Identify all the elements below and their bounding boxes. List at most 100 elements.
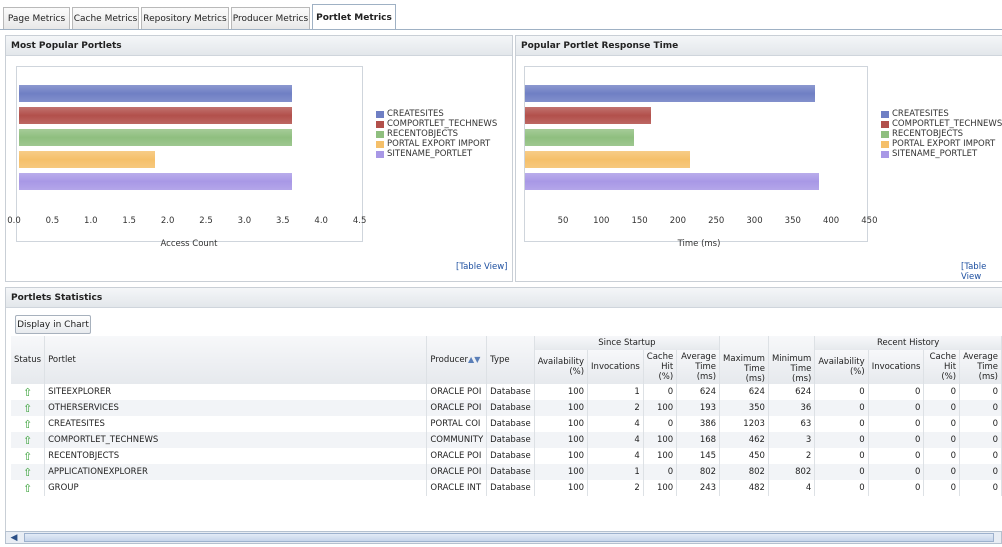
col-invocations[interactable]: Invocations <box>587 350 644 384</box>
x-axis-tick-label: 300 <box>746 216 763 226</box>
type-cell: Database <box>486 400 535 416</box>
col-rh-invocations[interactable]: Invocations <box>868 350 925 384</box>
x-axis-tick-label: 50 <box>557 216 569 226</box>
table-view-link[interactable]: [Table View <box>961 262 1002 282</box>
minimum-cell: 63 <box>768 416 816 432</box>
legend-swatch <box>881 130 889 138</box>
tab-cache-metrics[interactable]: Cache Metrics <box>72 7 139 29</box>
table-view-link[interactable]: [Table View] <box>456 262 508 272</box>
legend-swatch <box>881 120 889 128</box>
col-availability[interactable]: Availability (%) <box>534 350 589 384</box>
type-cell: Database <box>486 464 535 480</box>
cache-hit-cell: 100 <box>643 432 678 448</box>
minimum-cell: 624 <box>768 384 816 400</box>
x-axis-title: Access Count <box>160 239 218 249</box>
horizontal-scrollbar[interactable]: ◀ <box>5 531 1002 544</box>
invocations-cell: 4 <box>587 416 644 432</box>
col-rh-average[interactable]: Average Time (ms) <box>959 350 1002 384</box>
x-axis-tick-label: 150 <box>631 216 648 226</box>
rh-invocations-cell: 0 <box>868 464 925 480</box>
rh-invocations-cell: 0 <box>868 480 925 496</box>
average-cell: 193 <box>676 400 721 416</box>
average-cell: 802 <box>676 464 721 480</box>
tab-page-metrics[interactable]: Page Metrics <box>3 7 70 29</box>
status-up-arrow-icon: ⇧ <box>11 416 46 432</box>
tab-producer-metrics[interactable]: Producer Metrics <box>231 7 310 29</box>
invocations-cell: 1 <box>587 384 644 400</box>
x-axis-tick-label: 4.5 <box>352 216 367 226</box>
col-type[interactable]: Type <box>486 336 535 384</box>
col-status[interactable]: Status <box>11 336 46 384</box>
average-cell: 624 <box>676 384 721 400</box>
rh-cache-hit-cell: 0 <box>923 480 961 496</box>
scrollbar-thumb[interactable] <box>24 533 994 542</box>
availability-cell: 100 <box>534 480 589 496</box>
legend-label: CREATESITES <box>387 109 444 119</box>
table-row[interactable]: ⇧ SITEEXPLORER ORACLE POI Database 100 1 0 624 6… <box>11 384 1002 400</box>
invocations-cell: 2 <box>587 400 644 416</box>
portlet-name-cell: APPLICATIONEXPLORER <box>44 464 428 480</box>
average-cell: 145 <box>676 448 721 464</box>
table-row[interactable]: ⇧ APPLICATIONEXPLORER ORACLE POI Database 10… <box>11 464 1002 480</box>
availability-cell: 100 <box>534 384 589 400</box>
rh-availability-cell: 0 <box>814 416 869 432</box>
maximum-cell: 350 <box>719 400 769 416</box>
col-cache-hit[interactable]: Cache Hit (%) <box>643 350 678 384</box>
invocations-cell: 4 <box>587 432 644 448</box>
col-maximum-time[interactable]: Maximum Time (ms) <box>719 336 769 384</box>
type-cell: Database <box>486 384 535 400</box>
maximum-cell: 1203 <box>719 416 769 432</box>
x-axis-title: Time (ms) <box>677 239 721 249</box>
chart-bar <box>19 173 292 190</box>
minimum-cell: 2 <box>768 448 816 464</box>
col-producer[interactable]: Producer▲▼ <box>426 336 488 384</box>
legend-label: COMPORTLET_TECHNEWS <box>892 119 1002 129</box>
panel-title: Popular Portlet Response Time <box>516 36 1002 56</box>
scroll-left-arrow-icon[interactable]: ◀ <box>7 532 21 543</box>
legend-item: CREATESITES <box>881 109 1002 119</box>
rh-availability-cell: 0 <box>814 400 869 416</box>
col-portlet[interactable]: Portlet <box>44 336 428 384</box>
maximum-cell: 624 <box>719 384 769 400</box>
sort-arrows-icon[interactable]: ▲▼ <box>468 355 480 364</box>
rh-cache-hit-cell: 0 <box>923 416 961 432</box>
metrics-tab-bar: Page Metrics Cache Metrics Repository Me… <box>0 0 1002 31</box>
producer-cell: ORACLE INT <box>426 480 488 496</box>
producer-cell: ORACLE POI <box>426 384 488 400</box>
status-up-arrow-icon: ⇧ <box>11 384 46 400</box>
producer-cell: ORACLE POI <box>426 464 488 480</box>
legend-item: RECENTOBJECTS <box>881 129 1002 139</box>
tab-underline <box>0 29 1002 30</box>
rh-availability-cell: 0 <box>814 448 869 464</box>
maximum-cell: 482 <box>719 480 769 496</box>
legend-label: PORTAL EXPORT IMPORT <box>387 139 491 149</box>
legend-item: CREATESITES <box>376 109 497 119</box>
chart-bar <box>19 85 292 102</box>
table-row[interactable]: ⇧ CREATESITES PORTAL COI Database 100 4 0 386 12… <box>11 416 1002 432</box>
rh-invocations-cell: 0 <box>868 416 925 432</box>
col-minimum-time[interactable]: Minimum Time (ms) <box>768 336 816 384</box>
type-cell: Database <box>486 416 535 432</box>
chart-legend: CREATESITES COMPORTLET_TECHNEWS RECENTOB… <box>881 109 1002 159</box>
average-cell: 168 <box>676 432 721 448</box>
most-popular-portlets-panel: Most Popular Portlets Access Count CREAT… <box>5 35 513 282</box>
producer-cell: ORACLE POI <box>426 448 488 464</box>
tab-portlet-metrics[interactable]: Portlet Metrics <box>312 4 396 30</box>
availability-cell: 100 <box>534 416 589 432</box>
cache-hit-cell: 100 <box>643 480 678 496</box>
col-average-time[interactable]: Average Time (ms) <box>676 350 721 384</box>
table-row[interactable]: ⇧ GROUP ORACLE INT Database 100 2 100 243 482 4 0 0… <box>11 480 1002 496</box>
col-rh-cache-hit[interactable]: Cache Hit (%) <box>923 350 961 384</box>
cache-hit-cell: 0 <box>643 416 678 432</box>
display-in-chart-button[interactable]: Display in Chart <box>15 315 91 334</box>
x-axis-tick-label: 450 <box>861 216 878 226</box>
legend-swatch <box>376 120 384 128</box>
table-row[interactable]: ⇧ OTHERSERVICES ORACLE POI Database 100 2 100 1… <box>11 400 1002 416</box>
invocations-cell: 2 <box>587 480 644 496</box>
col-rh-availability[interactable]: Availability (%) <box>814 350 869 384</box>
portlet-name-cell: OTHERSERVICES <box>44 400 428 416</box>
table-row[interactable]: ⇧ COMPORTLET_TECHNEWS COMMUNITY Database 100… <box>11 432 1002 448</box>
tab-repository-metrics[interactable]: Repository Metrics <box>141 7 229 29</box>
table-row[interactable]: ⇧ RECENTOBJECTS ORACLE POI Database 100 4 100 1… <box>11 448 1002 464</box>
rh-average-cell: 0 <box>959 480 1002 496</box>
